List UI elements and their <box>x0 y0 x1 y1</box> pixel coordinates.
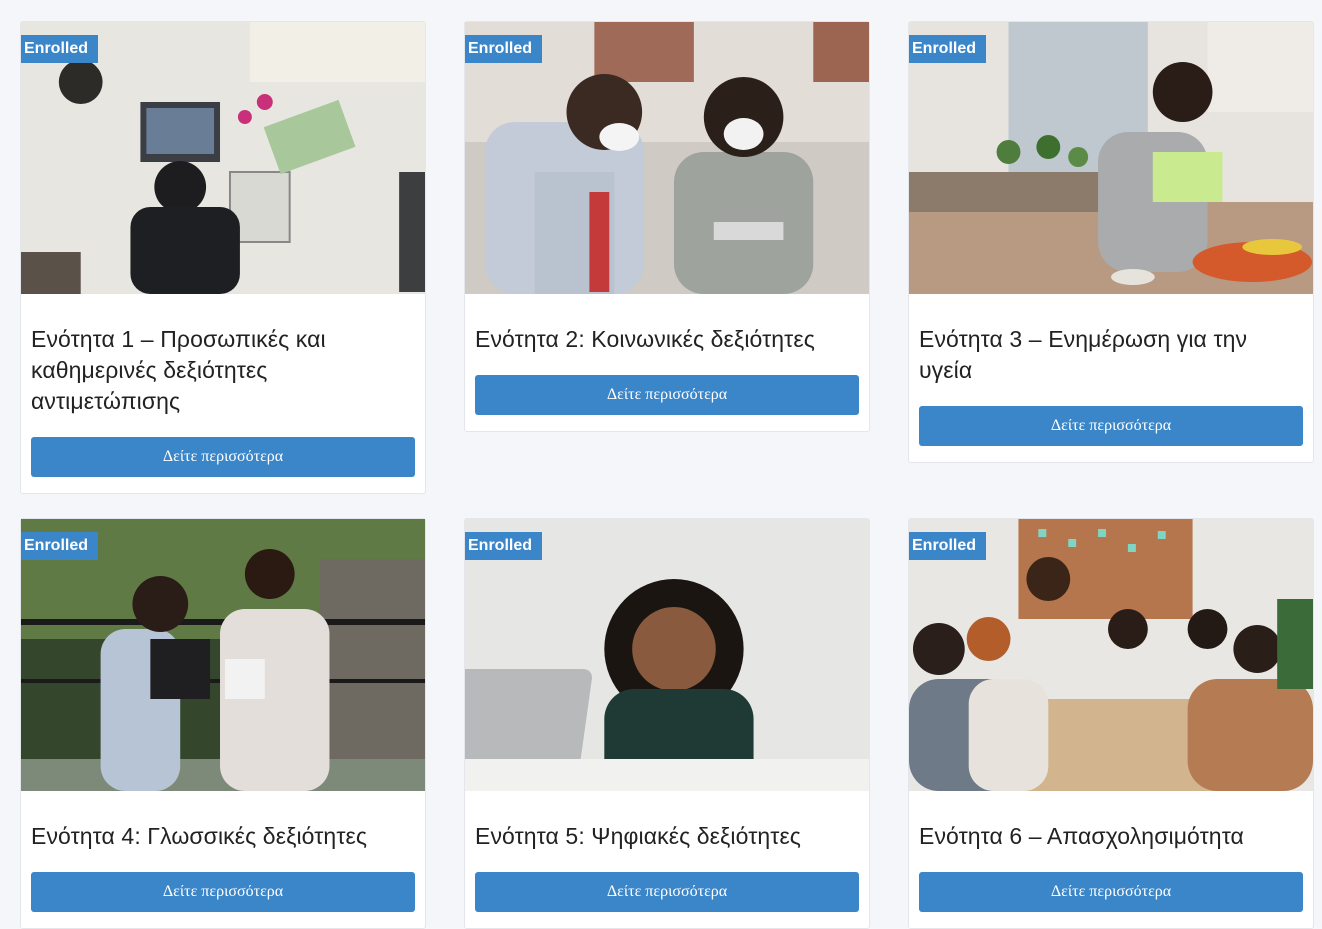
enrolled-badge: Enrolled <box>909 35 987 69</box>
see-more-button[interactable]: Δείτε περισσότερα <box>919 872 1303 912</box>
course-title[interactable]: Ενότητα 4: Γλωσσικές δεξιότητες <box>31 821 415 852</box>
course-title[interactable]: Ενότητα 1 – Προσωπικές και καθημερινές δ… <box>31 324 415 417</box>
enrolled-badge: Enrolled <box>21 532 99 566</box>
course-image-desk-artist[interactable]: Enrolled <box>21 22 425 294</box>
course-card-2: Enrolled Ενότητα 2: Κοινωνικές δεξιότητε… <box>464 21 870 432</box>
course-image-woman-laptop[interactable]: Enrolled <box>465 519 869 791</box>
enrolled-badge: Enrolled <box>21 35 99 69</box>
course-card-1: Enrolled Ενότητα 1 – Προσωπικές και καθη… <box>20 21 426 494</box>
course-image-students-masks[interactable]: Enrolled <box>465 22 869 294</box>
card-body: Ενότητα 2: Κοινωνικές δεξιότητες Δείτε π… <box>465 294 869 431</box>
see-more-button[interactable]: Δείτε περισσότερα <box>475 375 859 415</box>
course-image-outdoor-students[interactable]: Enrolled <box>21 519 425 791</box>
course-title[interactable]: Ενότητα 6 – Απασχολησιμότητα <box>919 821 1303 852</box>
course-title[interactable]: Ενότητα 5: Ψηφιακές δεξιότητες <box>475 821 859 852</box>
course-card-4: Enrolled Ενότητα 4: Γλωσσικές δεξιότητες… <box>20 518 426 929</box>
see-more-button[interactable]: Δείτε περισσότερα <box>475 872 859 912</box>
course-image-team-meeting[interactable]: Enrolled <box>909 519 1313 791</box>
card-body: Ενότητα 5: Ψηφιακές δεξιότητες Δείτε περ… <box>465 791 869 928</box>
course-card-6: Enrolled Ενότητα 6 – Απασχολησιμότητα Δε… <box>908 518 1314 929</box>
card-body: Ενότητα 4: Γλωσσικές δεξιότητες Δείτε πε… <box>21 791 425 928</box>
card-body: Ενότητα 1 – Προσωπικές και καθημερινές δ… <box>21 294 425 493</box>
course-card-3: Enrolled Ενότητα 3 – Ενημέρωση για την υ… <box>908 21 1314 463</box>
course-title[interactable]: Ενότητα 3 – Ενημέρωση για την υγεία <box>919 324 1303 386</box>
course-card-5: Enrolled Ενότητα 5: Ψηφιακές δεξιότητες … <box>464 518 870 929</box>
course-image-kitchen[interactable]: Enrolled <box>909 22 1313 294</box>
see-more-button[interactable]: Δείτε περισσότερα <box>919 406 1303 446</box>
card-body: Ενότητα 3 – Ενημέρωση για την υγεία Δείτ… <box>909 294 1313 462</box>
course-title[interactable]: Ενότητα 2: Κοινωνικές δεξιότητες <box>475 324 859 355</box>
enrolled-badge: Enrolled <box>465 532 543 566</box>
see-more-button[interactable]: Δείτε περισσότερα <box>31 872 415 912</box>
enrolled-badge: Enrolled <box>465 35 543 69</box>
enrolled-badge: Enrolled <box>909 532 987 566</box>
see-more-button[interactable]: Δείτε περισσότερα <box>31 437 415 477</box>
card-body: Ενότητα 6 – Απασχολησιμότητα Δείτε περισ… <box>909 791 1313 928</box>
